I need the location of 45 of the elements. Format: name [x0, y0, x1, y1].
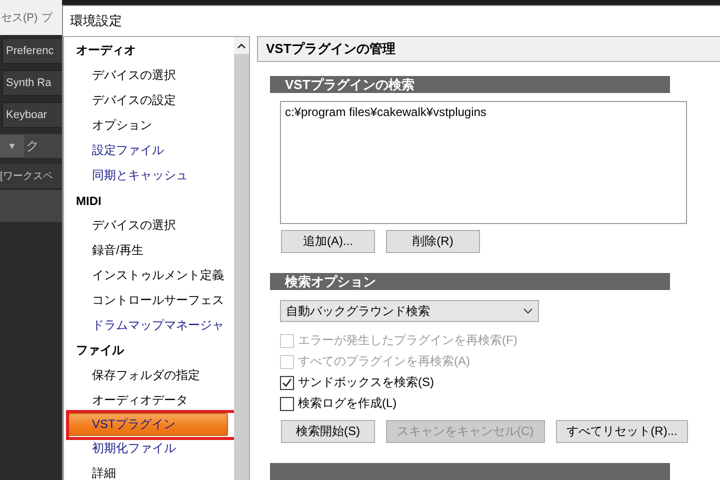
mode-dropdown[interactable]: 自動バックグラウンド検索 — [280, 300, 539, 322]
page-title: VSTプラグインの管理 — [257, 36, 720, 62]
tree-item[interactable]: コントロールサーフェス — [64, 288, 234, 313]
dialog-button[interactable]: 検索開始(S) — [281, 420, 375, 443]
checkbox-label[interactable]: 検索ログを作成(L) — [298, 395, 397, 412]
tree-item[interactable]: デバイスの選択 — [64, 213, 234, 238]
tree-item[interactable]: 保存フォルダの指定 — [64, 363, 234, 388]
section-header: VSTプラグインの検索 — [270, 76, 670, 93]
chevron-down-icon — [523, 308, 533, 314]
app-button[interactable]: Keyboar — [2, 102, 62, 128]
tree-category[interactable]: MIDI — [64, 188, 234, 213]
checkbox[interactable] — [280, 396, 294, 410]
menu-item[interactable]: セス(P) — [1, 10, 38, 25]
tree-item[interactable]: VSTプラグイン — [68, 413, 228, 436]
tree-item[interactable]: デバイスの設定 — [64, 88, 234, 113]
scroll-up-icon[interactable] — [237, 42, 246, 48]
dialog-button[interactable]: 削除(R) — [386, 230, 480, 253]
path-list[interactable]: c:¥program files¥cakewalk¥vstplugins — [280, 101, 687, 224]
tree-item[interactable]: インストゥルメント定義 — [64, 263, 234, 288]
tree-category[interactable]: ファイル — [64, 338, 234, 363]
track-panel — [0, 190, 62, 222]
window-title: 環境設定 — [70, 12, 122, 30]
tree-category[interactable]: オーディオ — [64, 38, 234, 63]
app-button[interactable]: Preferenc — [2, 38, 62, 64]
path-entry[interactable]: c:¥program files¥cakewalk¥vstplugins — [285, 105, 682, 119]
tree-item[interactable]: ドラムマップマネージャ — [64, 313, 234, 338]
tree-item[interactable]: 録音/再生 — [64, 238, 234, 263]
checkbox-label[interactable]: サンドボックスを検索(S) — [298, 374, 434, 391]
menu-item[interactable]: プ — [42, 10, 53, 25]
tree-item[interactable]: オーディオデータ — [64, 388, 234, 413]
tree-item[interactable]: 設定ファイル — [64, 138, 234, 163]
tree-item[interactable]: 同期とキャッシュ — [64, 163, 234, 188]
section-header: 検索オプション — [270, 273, 670, 290]
tree-item[interactable]: デバイスの選択 — [64, 63, 234, 88]
tree-item[interactable]: オプション — [64, 113, 234, 138]
dialog-button[interactable]: 追加(A)... — [281, 230, 375, 253]
scrollbar[interactable] — [234, 36, 250, 480]
workspace-label: [ワークスペ — [0, 170, 53, 183]
app-button[interactable]: Synth Ra — [2, 70, 62, 96]
dialog-button[interactable]: すべてリセット(R)... — [556, 420, 688, 443]
tree-item[interactable]: 詳細 — [64, 461, 234, 480]
checkbox[interactable] — [280, 376, 294, 390]
dropdown-caret[interactable]: ▼ — [0, 135, 24, 157]
tree-item[interactable]: 初期化ファイル — [64, 436, 234, 461]
toolbar-text[interactable]: ク — [26, 137, 39, 155]
